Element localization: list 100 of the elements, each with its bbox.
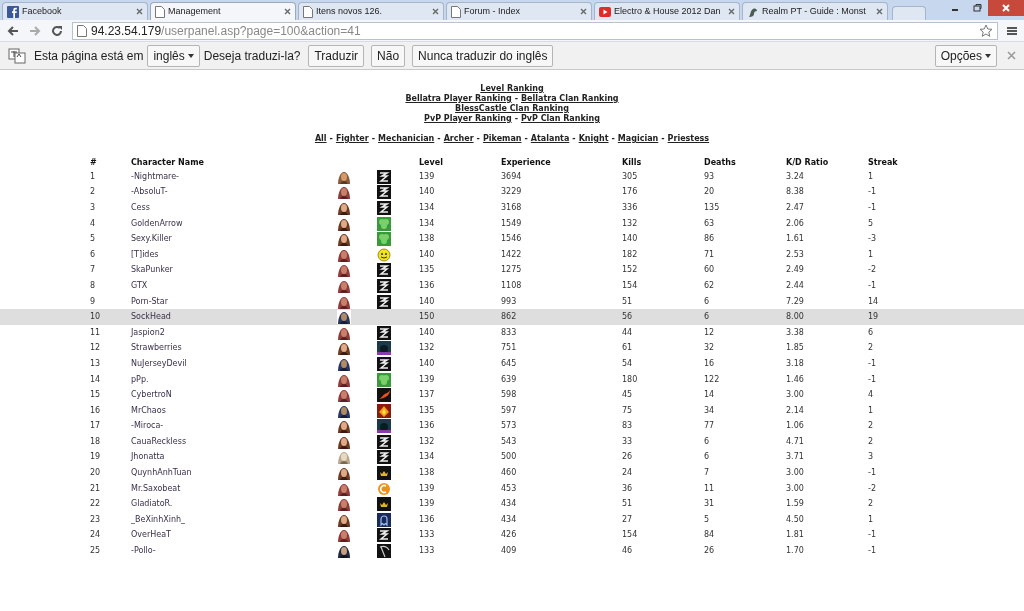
table-cell-text: 33 [622, 435, 634, 448]
portrait-icon [337, 450, 351, 465]
class-link[interactable]: Archer [443, 133, 474, 145]
table-cell-text: 1.06 [786, 420, 805, 433]
table-cell-text: 154 [622, 279, 639, 292]
class-link[interactable]: Mechanician [378, 133, 435, 145]
caret-icon [187, 53, 194, 58]
browser-tab[interactable]: Electro & House 2012 Dan [594, 2, 740, 20]
table-cell-text: 26 [704, 545, 716, 558]
table-cell-text: 13 [90, 357, 102, 370]
table-cell-text: 751 [501, 342, 518, 355]
ranking-link[interactable]: BlessCastle Clan Ranking [455, 104, 569, 114]
ghost-icon [377, 512, 391, 527]
table-cell-text: 1.81 [786, 529, 805, 542]
ranking-link[interactable]: Bellatra Clan Ranking [521, 94, 619, 104]
table-cell-text: 3229 [501, 186, 523, 199]
portrait-icon [337, 216, 351, 231]
table-cell-text: 22 [90, 498, 102, 511]
table-cell-text: 136 [419, 513, 436, 526]
table-cell-text: 1 [868, 513, 875, 526]
table-cell-text: 1 [868, 404, 875, 417]
reload-icon[interactable] [50, 23, 64, 38]
options-dropdown[interactable]: Opções [934, 44, 997, 67]
table-cell-text: 133 [419, 529, 436, 542]
translate-button[interactable]: Não [371, 44, 406, 67]
table-cell-text: 409 [501, 545, 518, 558]
table-cell-text: 182 [622, 248, 639, 261]
table-cell-text: 137 [419, 389, 436, 402]
character-name: Jhonatta [131, 451, 166, 464]
character-name: CauaReckless [131, 435, 188, 448]
table-cell-text: 17 [90, 420, 102, 433]
ranking-link[interactable]: Bellatra Player Ranking [405, 94, 512, 104]
ranking-link[interactable]: Level Ranking [480, 84, 544, 94]
browser-tab[interactable]: Realm PT - Guide : Monst [742, 2, 888, 20]
table-cell-text: 122 [704, 373, 721, 386]
portrait-icon [337, 403, 351, 418]
restore-icon[interactable] [971, 3, 983, 13]
table-cell-text: 27 [622, 513, 634, 526]
flame-icon [377, 388, 391, 403]
separator-text: - [476, 133, 480, 145]
page-icon [303, 5, 313, 18]
browser-tab[interactable]: Management [150, 2, 296, 20]
table-cell-text: 6 [90, 248, 97, 261]
column-header: # [90, 157, 98, 169]
table-cell-text: 19 [90, 451, 102, 464]
table-cell-text: 5 [704, 513, 711, 526]
language-dropdown[interactable]: inglês [147, 44, 200, 67]
table-cell-text: -1 [868, 186, 877, 199]
ranking-link[interactable]: PvP Player Ranking [424, 114, 512, 124]
browser-tab[interactable]: Facebook [2, 2, 148, 20]
browser-tab[interactable]: Itens novos 126. [298, 2, 444, 20]
clover-icon [377, 372, 391, 387]
browser-tab[interactable]: Forum - Index [446, 2, 592, 20]
table-cell-text: 2.44 [786, 279, 805, 292]
separator-text: - [572, 133, 576, 145]
class-link[interactable]: Priestess [667, 133, 710, 145]
table-cell-text: 3.00 [786, 467, 805, 480]
table-cell-text: 3168 [501, 202, 523, 214]
class-link[interactable]: Atalanta [530, 133, 570, 145]
address-field[interactable]: 94.23.54.179/userpanel.asp?page=100&action=41 [72, 21, 998, 40]
character-name: QuynhAnhTuan [131, 467, 193, 480]
table-cell-text: 132 [622, 217, 639, 230]
table-cell-text: 2.47 [786, 202, 805, 214]
table-cell-text: 1.85 [786, 342, 805, 355]
table-cell-text: 426 [501, 529, 518, 542]
table-cell-text: -1 [868, 279, 877, 292]
back-icon[interactable] [6, 23, 20, 38]
class-link[interactable]: All [314, 133, 327, 145]
portrait-icon [337, 325, 351, 340]
smiley-icon [377, 247, 391, 262]
ranking-link[interactable]: PvP Clan Ranking [520, 114, 600, 124]
table-cell-text: 1 [868, 248, 875, 261]
table-cell-text: 305 [622, 170, 639, 183]
table-cell-text: 132 [419, 342, 436, 355]
table-cell-text: 84 [704, 529, 716, 542]
table-cell-text: 23 [90, 513, 102, 526]
portrait-icon [337, 356, 351, 371]
table-cell-text: 6 [704, 435, 711, 448]
class-link[interactable]: Fighter [335, 133, 369, 145]
class-link[interactable]: Knight [578, 133, 609, 145]
close-icon [432, 8, 439, 15]
portrait-icon [337, 388, 351, 403]
table-cell-text: 1.46 [786, 373, 805, 386]
table-cell-text: 62 [704, 279, 716, 292]
translate-button[interactable]: Nunca traduzir do inglês [412, 44, 554, 67]
table-cell-text: 6 [704, 451, 711, 464]
table-cell-text: 14 [868, 295, 880, 308]
class-link[interactable]: Pikeman [482, 133, 522, 145]
table-cell-text: 1.59 [786, 498, 805, 511]
table-cell-text: 598 [501, 389, 518, 402]
table-cell-text: 51 [622, 498, 634, 511]
class-link[interactable]: Magician [617, 133, 659, 145]
portrait-icon [337, 512, 351, 527]
caret-icon [985, 53, 991, 58]
close-icon[interactable] [1000, 3, 1012, 13]
crown-icon [377, 466, 391, 481]
menu-icon[interactable] [1006, 24, 1018, 37]
character-name: GTX [131, 279, 149, 292]
translate-message: Esta página está em [34, 47, 144, 65]
translate-button[interactable]: Traduzir [308, 44, 365, 67]
